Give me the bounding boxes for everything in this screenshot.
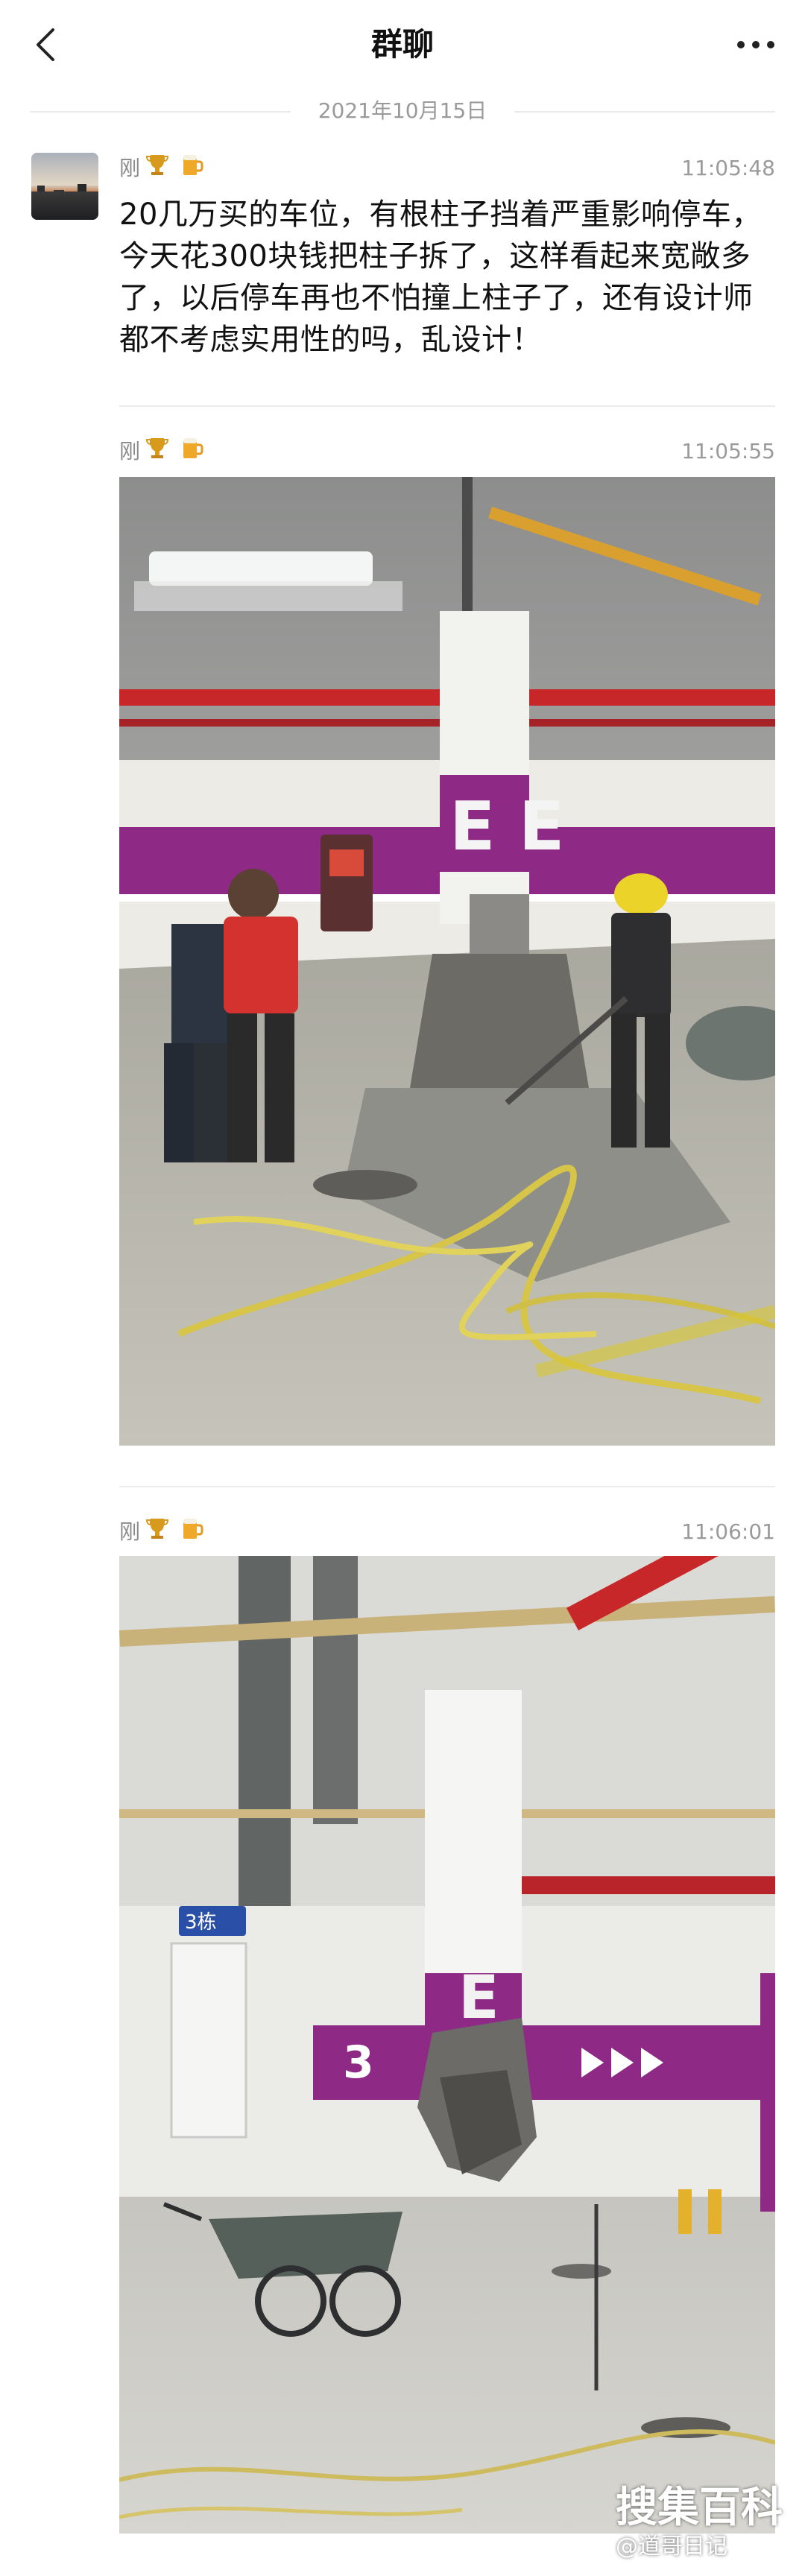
wall-number: 3	[343, 2037, 374, 2089]
chat-title: 群聊	[370, 26, 434, 63]
message-header: 刚	[119, 435, 203, 468]
watermark: 搜集百科 @道哥日记	[616, 2484, 792, 2566]
trophy-icon	[145, 435, 170, 470]
trophy-icon	[145, 1516, 170, 1551]
building-sign: 3栋	[185, 1911, 217, 1934]
sender-name: 刚	[119, 1519, 141, 1544]
sender-name: 刚	[119, 439, 141, 463]
top-bar: 群聊	[0, 0, 805, 89]
beer-icon	[181, 435, 203, 470]
message-time: 11:05:55	[681, 439, 775, 463]
trophy-icon	[145, 152, 170, 187]
pillar-letter: E	[458, 1963, 499, 2032]
divider	[119, 1486, 775, 1487]
message-time: 11:06:01	[681, 1519, 775, 1544]
divider	[514, 111, 775, 113]
sender-name: 刚	[119, 156, 141, 180]
more-options-icon[interactable]	[726, 21, 786, 69]
avatar[interactable]	[31, 153, 98, 220]
message-header: 刚	[119, 152, 203, 185]
beer-icon	[181, 152, 203, 187]
watermark-handle: @道哥日记	[616, 2534, 727, 2560]
watermark-title: 搜集百科	[616, 2484, 783, 2532]
back-arrow-icon[interactable]	[22, 21, 67, 69]
divider	[119, 405, 775, 407]
photo-remaining-pillar-stub[interactable]: 3栋 3 E	[119, 1556, 775, 2534]
message-header: 刚	[119, 1516, 203, 1548]
beer-icon	[181, 1516, 203, 1551]
photo-workers-demolishing-pillar[interactable]: E E	[119, 477, 775, 1446]
pillar-letters: E E	[449, 788, 564, 866]
message-text[interactable]: 20几万买的车位，有根柱子挡着严重影响停车，今天花300块钱把柱子拆了，这样看起…	[119, 194, 775, 361]
message-time: 11:05:48	[681, 156, 775, 180]
